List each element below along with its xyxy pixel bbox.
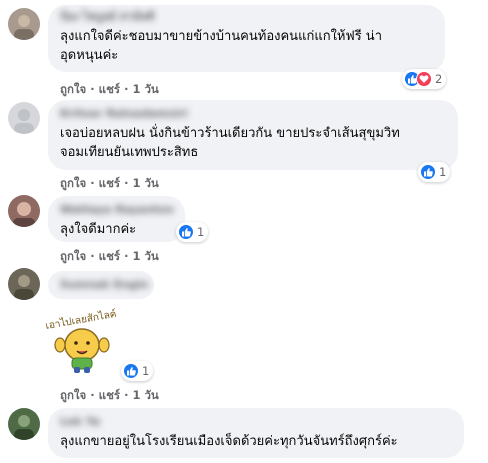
sticker-image: เอาไปเลยสักไลค์ (45, 308, 117, 373)
reaction-count: 2 (435, 72, 443, 86)
avatar[interactable] (8, 408, 40, 440)
avatar-image (8, 8, 40, 40)
reaction-count: 1 (439, 165, 447, 179)
like-icon (178, 224, 194, 240)
reaction-count: 1 (197, 225, 205, 239)
separator: · (124, 82, 129, 96)
reaction-count: 1 (142, 364, 150, 378)
comment-text-line: เจอบ่อยหลบฝน นั่งกินข้าวร้านเดียวกัน ขาย… (60, 126, 400, 141)
comment-text-line: ลุงแกขายอยู่ในโรงเรียนเมืองเจ็ดด้วยค่ะทุ… (60, 434, 398, 449)
separator: · (124, 176, 129, 190)
separator: · (124, 249, 129, 263)
comment-actions: ถูกใจ · แชร์ · 1 วัน (60, 387, 159, 405)
avatar[interactable] (8, 268, 40, 300)
comment-timestamp[interactable]: 1 วัน (132, 81, 158, 99)
comment-author[interactable]: Lek Ya (60, 414, 452, 429)
separator: · (90, 82, 95, 96)
share-action[interactable]: แชร์ (99, 81, 120, 99)
comment-author[interactable]: ป้อง ไพบูลย์ สามัคคี (60, 9, 433, 24)
separator: · (124, 388, 129, 402)
avatar-image (8, 408, 40, 440)
comment-timestamp[interactable]: 1 วัน (132, 387, 158, 405)
avatar[interactable] (8, 195, 40, 227)
like-action[interactable]: ถูกใจ (60, 387, 86, 405)
like-action[interactable]: ถูกใจ (60, 248, 86, 266)
share-action[interactable]: แชร์ (99, 387, 120, 405)
share-action[interactable]: แชร์ (99, 175, 120, 193)
avatar-image (8, 195, 40, 227)
separator: · (90, 388, 95, 402)
comment-text-line: อุดหนุนค่ะ (60, 48, 119, 63)
avatar-image (8, 102, 40, 134)
comment-author[interactable]: Kritsar Ratsadamsiri (60, 106, 446, 121)
like-action[interactable]: ถูกใจ (60, 175, 86, 193)
comment-bubble: Kritsar Ratsadamsiri เจอบ่อยหลบฝน นั่งกิ… (48, 100, 458, 170)
sticker[interactable]: เอาไปเลยสักไลค์ (45, 300, 120, 375)
separator: · (90, 249, 95, 263)
comment-bubble: Lek Ya ลุงแกขายอยู่ในโรงเรียนเมืองเจ็ดด้… (48, 408, 464, 458)
love-icon (416, 71, 432, 87)
comment-timestamp[interactable]: 1 วัน (132, 175, 158, 193)
separator: · (90, 176, 95, 190)
comment-text-line: จอมเทียนยันเทพประสิทธ (60, 145, 199, 160)
comment-actions: ถูกใจ · แชร์ · 1 วัน (60, 248, 159, 266)
reaction-summary[interactable]: 1 (121, 361, 154, 381)
comment-actions: ถูกใจ · แชร์ · 1 วัน (60, 175, 159, 193)
comment-bubble: Sumnak Engin (48, 271, 154, 299)
like-icon (420, 164, 436, 180)
comment-timestamp[interactable]: 1 วัน (132, 248, 158, 266)
comment-bubble: Wattaya Rayanton ลุงใจดีมากค่ะ (48, 196, 185, 242)
comment-text-line: ลุงแกใจดีค่ะชอบมาขายข้างบ้านคนท้องคนแก่แ… (60, 29, 382, 44)
comment-actions: ถูกใจ · แชร์ · 1 วัน (60, 81, 159, 99)
reaction-summary[interactable]: 1 (418, 162, 451, 182)
comment-author[interactable]: Wattaya Rayanton (60, 202, 174, 217)
comment-bubble: ป้อง ไพบูลย์ สามัคคี ลุงแกใจดีค่ะชอบมาขา… (48, 5, 445, 72)
share-action[interactable]: แชร์ (99, 248, 120, 266)
avatar[interactable] (8, 102, 40, 134)
comment-text-line: ลุงใจดีมากค่ะ (60, 222, 137, 237)
like-icon (123, 363, 139, 379)
like-action[interactable]: ถูกใจ (60, 81, 86, 99)
reaction-summary[interactable]: 2 (402, 69, 447, 89)
avatar[interactable] (8, 8, 40, 40)
avatar-image (8, 268, 40, 300)
comment-author[interactable]: Sumnak Engin (60, 277, 148, 292)
reaction-summary[interactable]: 1 (176, 222, 209, 242)
